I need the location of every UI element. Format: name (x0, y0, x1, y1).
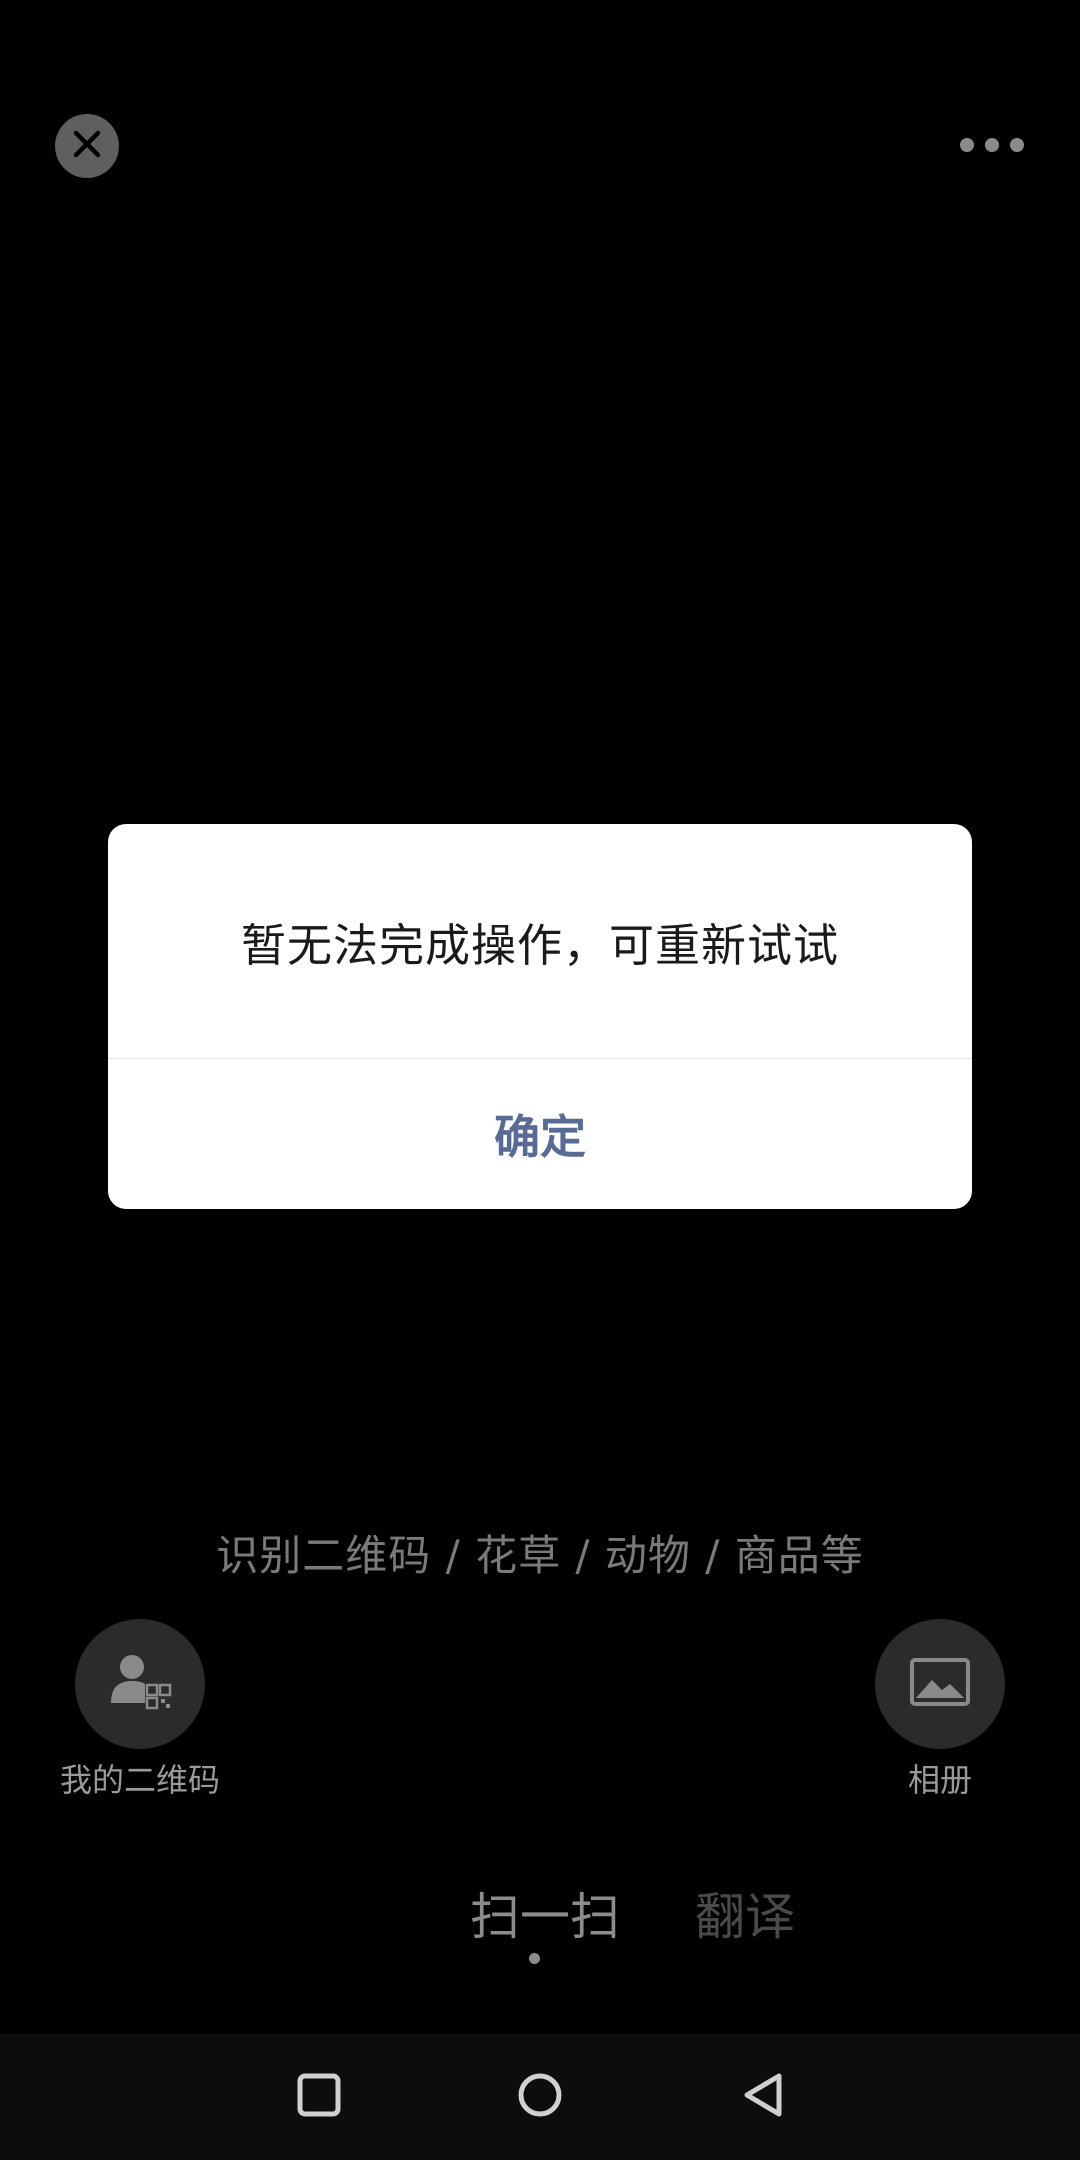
circle-icon (517, 2072, 563, 2122)
image-icon (910, 1658, 970, 1710)
tab-scan[interactable]: 扫一扫 (470, 1877, 620, 1949)
my-qr-code-button[interactable] (75, 1619, 205, 1749)
tab-translate[interactable]: 翻译 (695, 1877, 795, 1949)
album-button[interactable] (875, 1619, 1005, 1749)
square-icon (297, 2073, 341, 2121)
more-horizontal-icon (960, 138, 974, 152)
confirm-button[interactable]: 确定 (108, 1059, 972, 1209)
error-dialog: 暂无法完成操作，可重新试试 确定 (108, 824, 972, 1209)
dialog-message: 暂无法完成操作，可重新试试 (240, 918, 839, 972)
home-button[interactable] (480, 2034, 600, 2160)
more-dot (1010, 138, 1024, 152)
active-tab-indicator (529, 1953, 540, 1964)
more-button[interactable] (960, 125, 1024, 165)
close-button[interactable] (55, 114, 119, 178)
back-button[interactable] (703, 2034, 823, 2160)
scan-hint: 识别二维码 / 花草 / 动物 / 商品等 (216, 1531, 864, 1580)
album-label: 相册 (907, 1761, 972, 1799)
scanner-screen: 暂无法完成操作，可重新试试 确定 识别二维码 / 花草 / 动物 / 商品等 我… (0, 0, 1080, 2160)
triangle-back-icon (741, 2071, 785, 2123)
more-dot (985, 138, 999, 152)
user-qr-icon (105, 1647, 175, 1721)
my-qr-code-label: 我的二维码 (59, 1761, 220, 1799)
close-icon (72, 129, 102, 163)
system-navigation-bar (0, 2034, 1080, 2160)
recent-apps-button[interactable] (259, 2034, 379, 2160)
